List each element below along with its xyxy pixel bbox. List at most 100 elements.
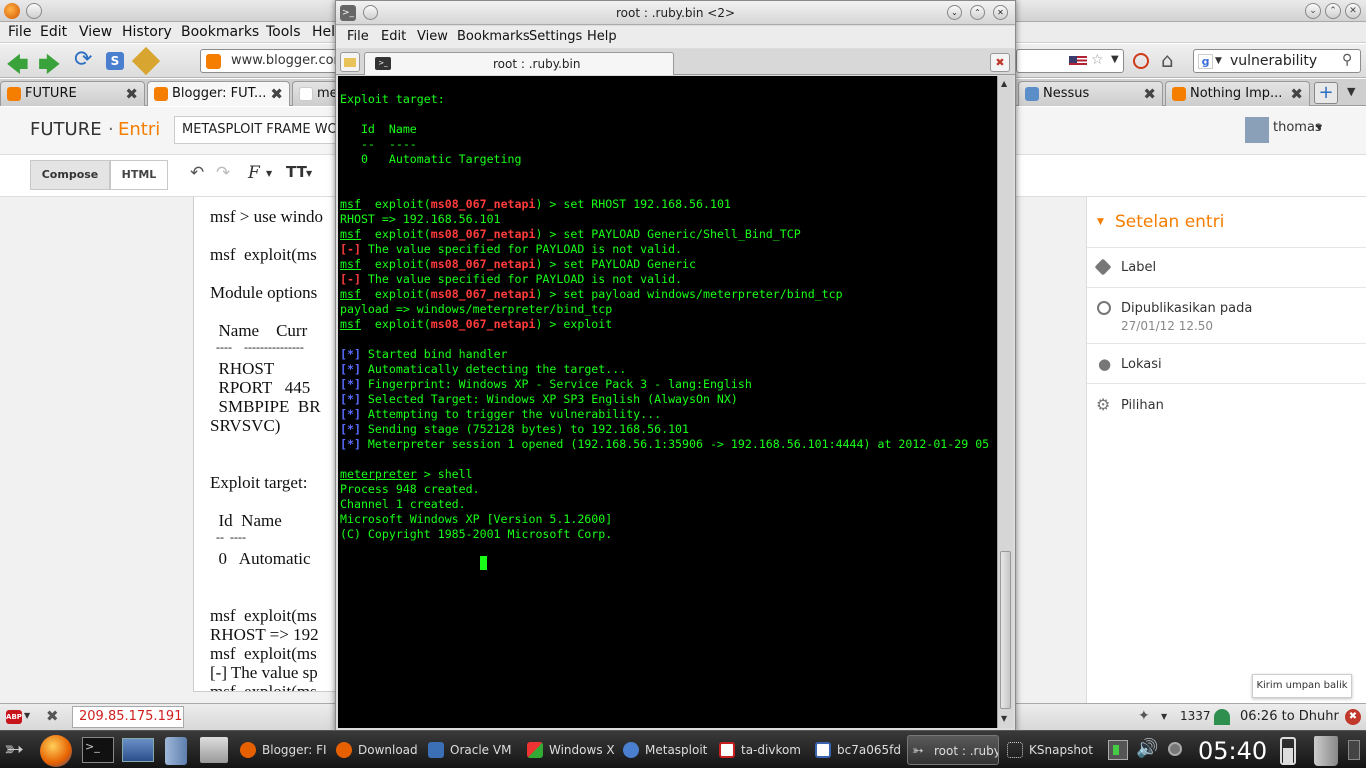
user-dropdown-icon[interactable]: ▼ (1316, 123, 1322, 132)
maximize-button[interactable]: ⌃ (970, 5, 985, 20)
post-editor[interactable]: msf > use windo msf exploit(ms Module op… (193, 197, 343, 692)
scroll-down-icon[interactable]: ▼ (1001, 714, 1007, 723)
font-size-icon[interactable]: TT (286, 163, 307, 181)
close-tab-icon[interactable]: ✖ (125, 85, 138, 103)
tab-list-icon[interactable]: ▼ (1347, 85, 1355, 98)
collapse-icon[interactable]: ▼ (1097, 217, 1104, 227)
menu-bookmarks[interactable]: Bookmarks (457, 29, 530, 44)
avatar[interactable] (1245, 117, 1269, 143)
firefox-launcher-icon[interactable] (40, 735, 72, 767)
show-desktop-icon[interactable] (1348, 740, 1360, 760)
redo-icon[interactable]: ↷ (216, 163, 230, 183)
post-title-input[interactable]: METASPLOIT FRAME WO (174, 116, 344, 144)
options-setting[interactable]: Pilihan (1121, 398, 1164, 413)
user-name[interactable]: thomas (1273, 120, 1322, 135)
label-setting[interactable]: Label (1121, 260, 1156, 275)
tab-future[interactable]: FUTURE ✖ (0, 81, 145, 106)
block-icon[interactable] (1133, 53, 1149, 69)
task-download[interactable]: Download (332, 735, 420, 765)
stop-icon[interactable]: ✖ (1345, 709, 1361, 725)
tab-blogger[interactable]: Blogger: FUT... ✖ (147, 81, 290, 106)
trash-icon[interactable] (1314, 736, 1338, 766)
task-windows-xp[interactable]: Windows X (523, 735, 615, 765)
blog-name[interactable]: FUTURE (30, 119, 102, 140)
printer-launcher-icon[interactable] (200, 737, 228, 763)
menu-settings[interactable]: Settings (529, 29, 582, 44)
konsole-titlebar[interactable]: >_ root : .ruby.bin <2> ⌄ ⌃ ✕ (336, 1, 1015, 25)
volume-icon[interactable]: 🔊 (1136, 738, 1158, 759)
menu-edit[interactable]: Edit (381, 29, 406, 44)
terminal-launcher-icon[interactable]: >_ (82, 737, 114, 763)
close-tab-icon[interactable]: ✖ (1143, 85, 1156, 103)
terminal-output[interactable]: Exploit target: Id Name -- ---- 0 Automa… (338, 76, 997, 728)
sticky-button[interactable] (363, 5, 378, 20)
menu-file[interactable]: File (347, 29, 369, 44)
location-setting[interactable]: Lokasi (1121, 357, 1162, 372)
task-konsole[interactable]: ➳ root : .ruby (907, 735, 999, 765)
close-tab-icon[interactable]: ✖ (270, 85, 283, 103)
section-title[interactable]: Entri (118, 119, 160, 140)
adblock-dropdown-icon[interactable]: ▼ (24, 711, 30, 720)
menu-file[interactable]: File (8, 24, 31, 40)
kde-menu-icon[interactable]: ➳ (4, 735, 24, 763)
menu-view[interactable]: View (417, 29, 448, 44)
close-button[interactable]: ✕ (993, 5, 1008, 20)
task-oracle-vm[interactable]: Oracle VM (424, 735, 519, 765)
noscript-icon[interactable]: ✖ (46, 707, 59, 725)
network-icon[interactable] (1108, 740, 1128, 760)
dropdown-icon[interactable]: ▼ (1111, 54, 1119, 65)
sticky-button[interactable] (26, 3, 42, 19)
undo-icon[interactable]: ↶ (190, 163, 204, 183)
font-family-icon[interactable]: F (248, 163, 260, 183)
maximize-button[interactable]: ⌃ (1325, 3, 1341, 19)
task-bc7a065fd[interactable]: bc7a065fd (811, 735, 903, 765)
adblock-icon[interactable]: ABP (6, 710, 22, 724)
bookmark-star-icon[interactable]: ☆ (1091, 52, 1104, 68)
addon-icon[interactable] (131, 46, 161, 76)
task-ksnapshot[interactable]: KSnapshot (1003, 735, 1097, 765)
clock[interactable]: 05:40 (1198, 737, 1267, 765)
reload-icon[interactable]: ⟳ (74, 47, 92, 72)
settings-title[interactable]: Setelan entri (1115, 212, 1224, 232)
close-button[interactable]: ✕ (1345, 3, 1361, 19)
scroll-up-icon[interactable]: ▲ (1001, 79, 1007, 88)
status-dropdown-icon[interactable]: ▼ (1161, 712, 1167, 721)
database-launcher-icon[interactable] (165, 737, 187, 765)
scroll-thumb[interactable] (1000, 551, 1011, 709)
close-tab-icon[interactable]: ✖ (1290, 85, 1303, 103)
minimize-button[interactable]: ⌄ (947, 5, 962, 20)
compose-button[interactable]: Compose (30, 160, 110, 190)
size-dropdown-icon[interactable]: ▼ (306, 169, 312, 178)
terminal-tab[interactable]: >_ root : .ruby.bin (364, 52, 674, 75)
battery-icon[interactable] (1280, 737, 1296, 765)
feedback-button[interactable]: Kirim umpan balik (1252, 674, 1352, 698)
published-setting[interactable]: Dipublikasikan pada (1121, 301, 1252, 316)
task-blogger[interactable]: Blogger: FI (236, 735, 328, 765)
task-ta-divkom[interactable]: ta-divkom (715, 735, 807, 765)
search-bar[interactable]: g ▼ vulnerability ⚲ (1193, 49, 1361, 73)
url-bar[interactable]: www.blogger.com (200, 49, 346, 73)
desktop-launcher-icon[interactable] (122, 738, 154, 762)
new-tab-icon[interactable] (340, 52, 360, 72)
menu-history[interactable]: History (122, 24, 172, 40)
stumble-icon[interactable]: S (106, 52, 124, 70)
minimize-button[interactable]: ⌄ (1305, 3, 1321, 19)
menu-bookmarks[interactable]: Bookmarks (181, 24, 259, 40)
home-icon[interactable]: ⌂ (1161, 48, 1174, 72)
search-input[interactable]: vulnerability (1230, 53, 1317, 69)
menu-edit[interactable]: Edit (40, 24, 67, 40)
new-tab-icon[interactable]: + (1314, 82, 1338, 104)
tab-nothing[interactable]: Nothing Imp... ✖ (1165, 81, 1310, 106)
menu-tools[interactable]: Tools (266, 24, 301, 40)
tab-nessus[interactable]: Nessus ✖ (1018, 81, 1163, 106)
power-icon[interactable] (1168, 742, 1182, 756)
menu-help[interactable]: Help (587, 29, 617, 44)
font-dropdown-icon[interactable]: ▼ (266, 169, 272, 178)
close-tab-icon[interactable]: ✖ (990, 53, 1010, 72)
html-button[interactable]: HTML (110, 160, 168, 190)
menu-view[interactable]: View (79, 24, 112, 40)
url-bar-end[interactable]: ☆ ▼ (1016, 49, 1124, 73)
task-metasploit[interactable]: Metasploit (619, 735, 711, 765)
search-icon[interactable]: ⚲ (1342, 52, 1352, 68)
engine-dropdown-icon[interactable]: ▼ (1215, 56, 1222, 66)
